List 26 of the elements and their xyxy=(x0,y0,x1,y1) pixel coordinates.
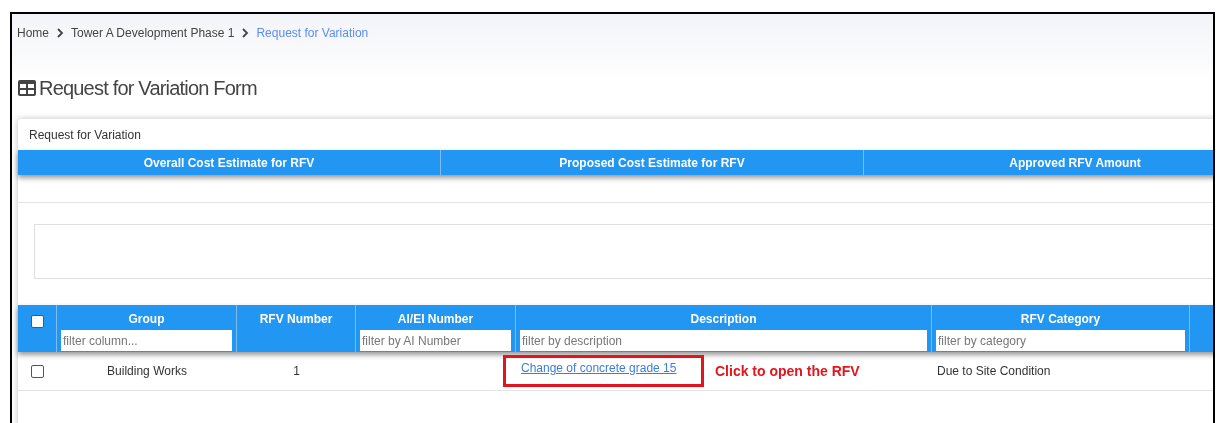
table-icon xyxy=(18,80,36,96)
description-link[interactable]: Change of concrete grade 15 xyxy=(521,359,677,377)
filter-field[interactable]: filter by category xyxy=(936,330,1185,351)
chevron-right-icon xyxy=(56,27,64,38)
filter-field[interactable]: filter by description xyxy=(520,330,927,351)
card-title: Request for Variation xyxy=(29,126,141,144)
filter-field[interactable]: filter column... xyxy=(61,330,232,351)
filter-field[interactable]: filter by AI Number xyxy=(360,330,511,351)
column-header: RFV Number xyxy=(259,311,333,327)
column-header: Group xyxy=(128,311,165,327)
row-checkbox[interactable] xyxy=(31,364,44,378)
table-cell-text: Building Works xyxy=(107,363,187,380)
breadcrumb-link[interactable]: Tower A Development Phase 1 xyxy=(71,23,235,42)
page-title: Request for Variation Form xyxy=(39,76,257,101)
chevron-right-icon xyxy=(241,27,250,38)
column-header: AI/EI Number xyxy=(397,311,474,327)
annotation-text: Click to open the RFV xyxy=(715,361,860,381)
column-header: Overall Cost Estimate for RFV xyxy=(18,150,441,175)
column-header: Proposed Cost Estimate for RFV xyxy=(441,150,864,175)
column-header: RFV Category xyxy=(1020,311,1101,327)
column-header: Approved RFV Amount xyxy=(864,150,1213,175)
breadcrumb-link[interactable]: Home xyxy=(17,23,49,42)
column-header: Description xyxy=(690,311,757,327)
select-all-checkbox[interactable] xyxy=(30,315,44,328)
table-cell-text: 1 xyxy=(293,363,300,380)
table-cell: Due to Site Condition xyxy=(937,364,1051,378)
